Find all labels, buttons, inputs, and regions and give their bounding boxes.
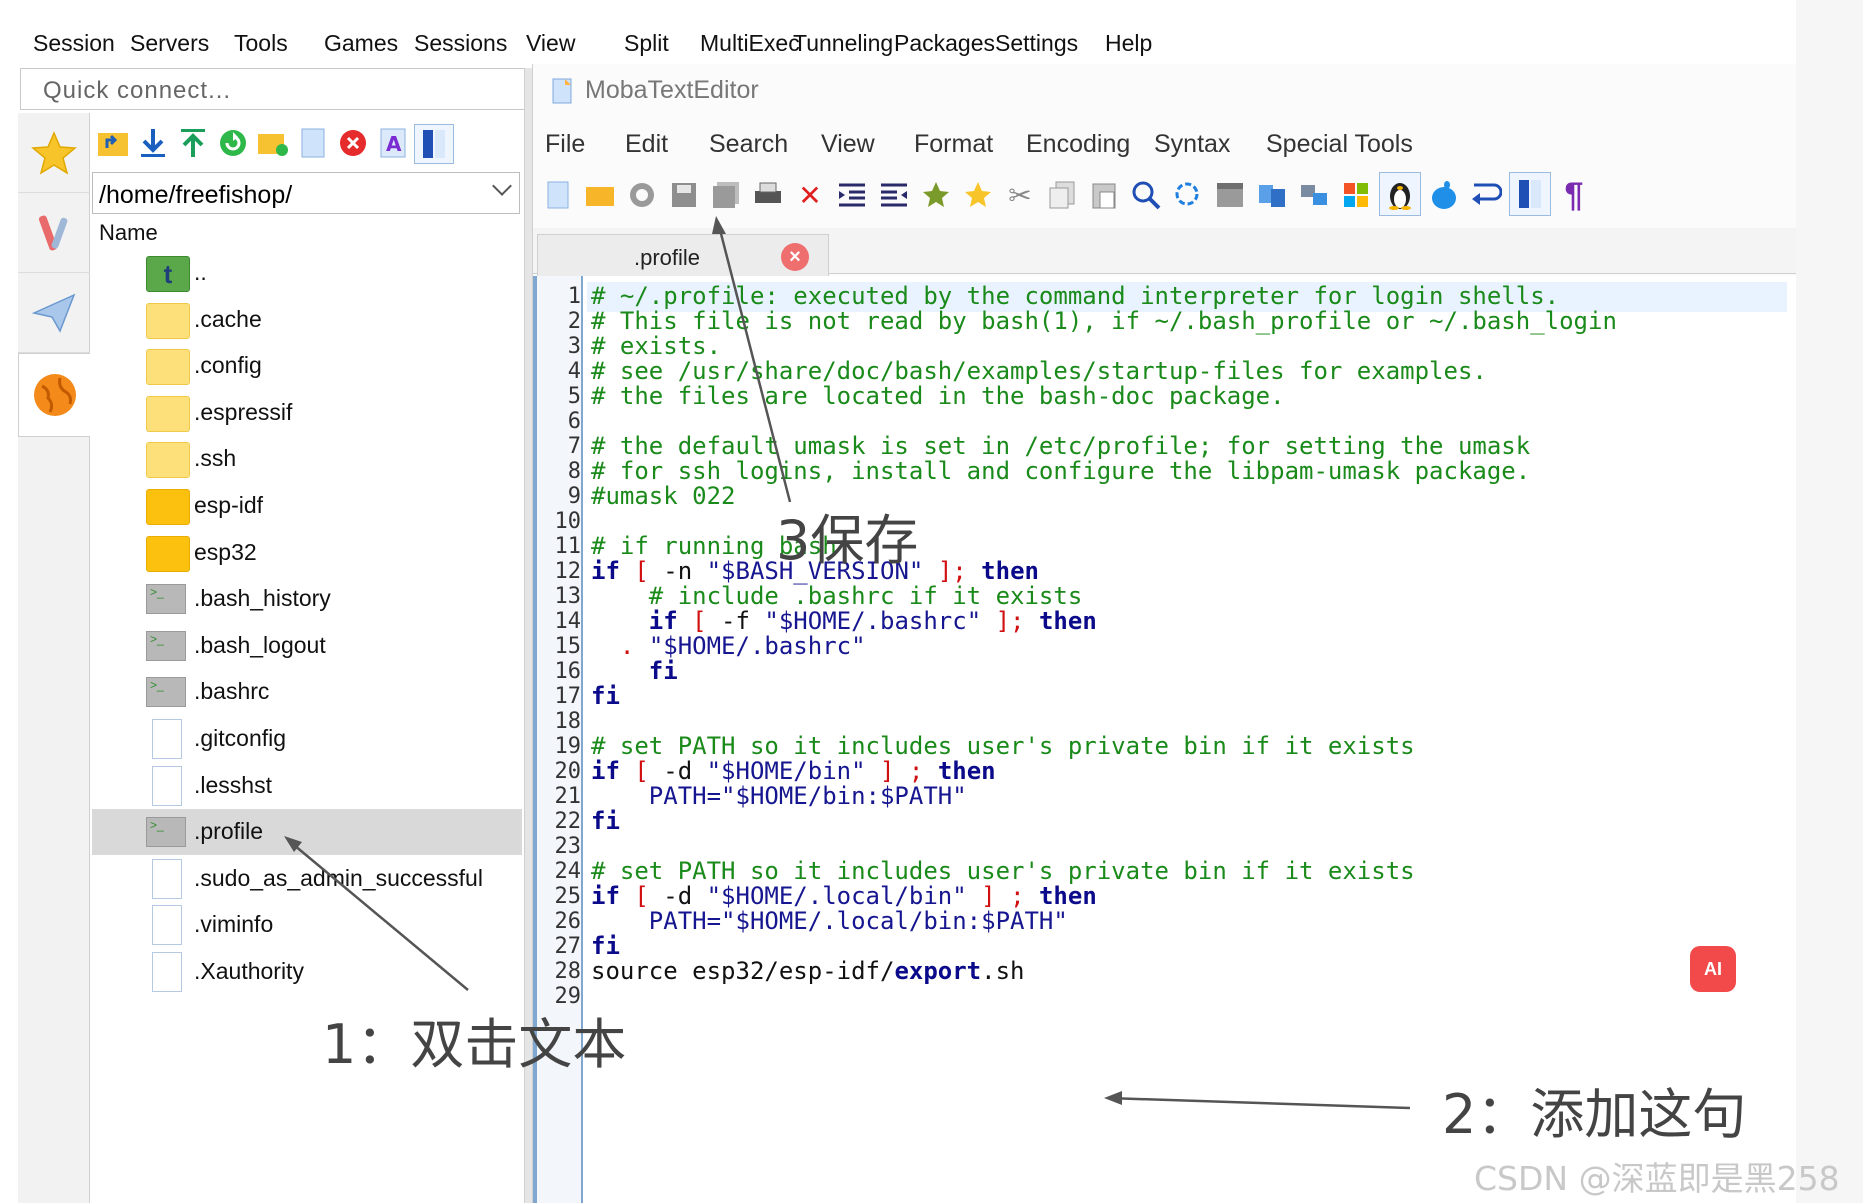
ai-assistant-button[interactable]: AI — [1690, 946, 1736, 992]
annotation-step3: 3保存 — [776, 509, 919, 572]
arrow-step1 — [287, 839, 469, 991]
arrow-step3 — [716, 221, 792, 503]
arrow-step2 — [1107, 1096, 1411, 1110]
annotation-arrows — [284, 216, 1411, 1110]
screen: Session Servers Tools Games Sessions Vie… — [0, 0, 1863, 1203]
annotation-step2: 2：添加这句 — [1442, 1083, 1747, 1146]
arrow-step2-head — [1104, 1091, 1122, 1105]
watermark: CSDN @深蓝即是黑258 — [1474, 1159, 1840, 1198]
ai-badge-label: AI — [1704, 958, 1722, 979]
arrow-step3-head — [712, 216, 726, 234]
annotation-step1: 1：双击文本 — [322, 1013, 627, 1076]
